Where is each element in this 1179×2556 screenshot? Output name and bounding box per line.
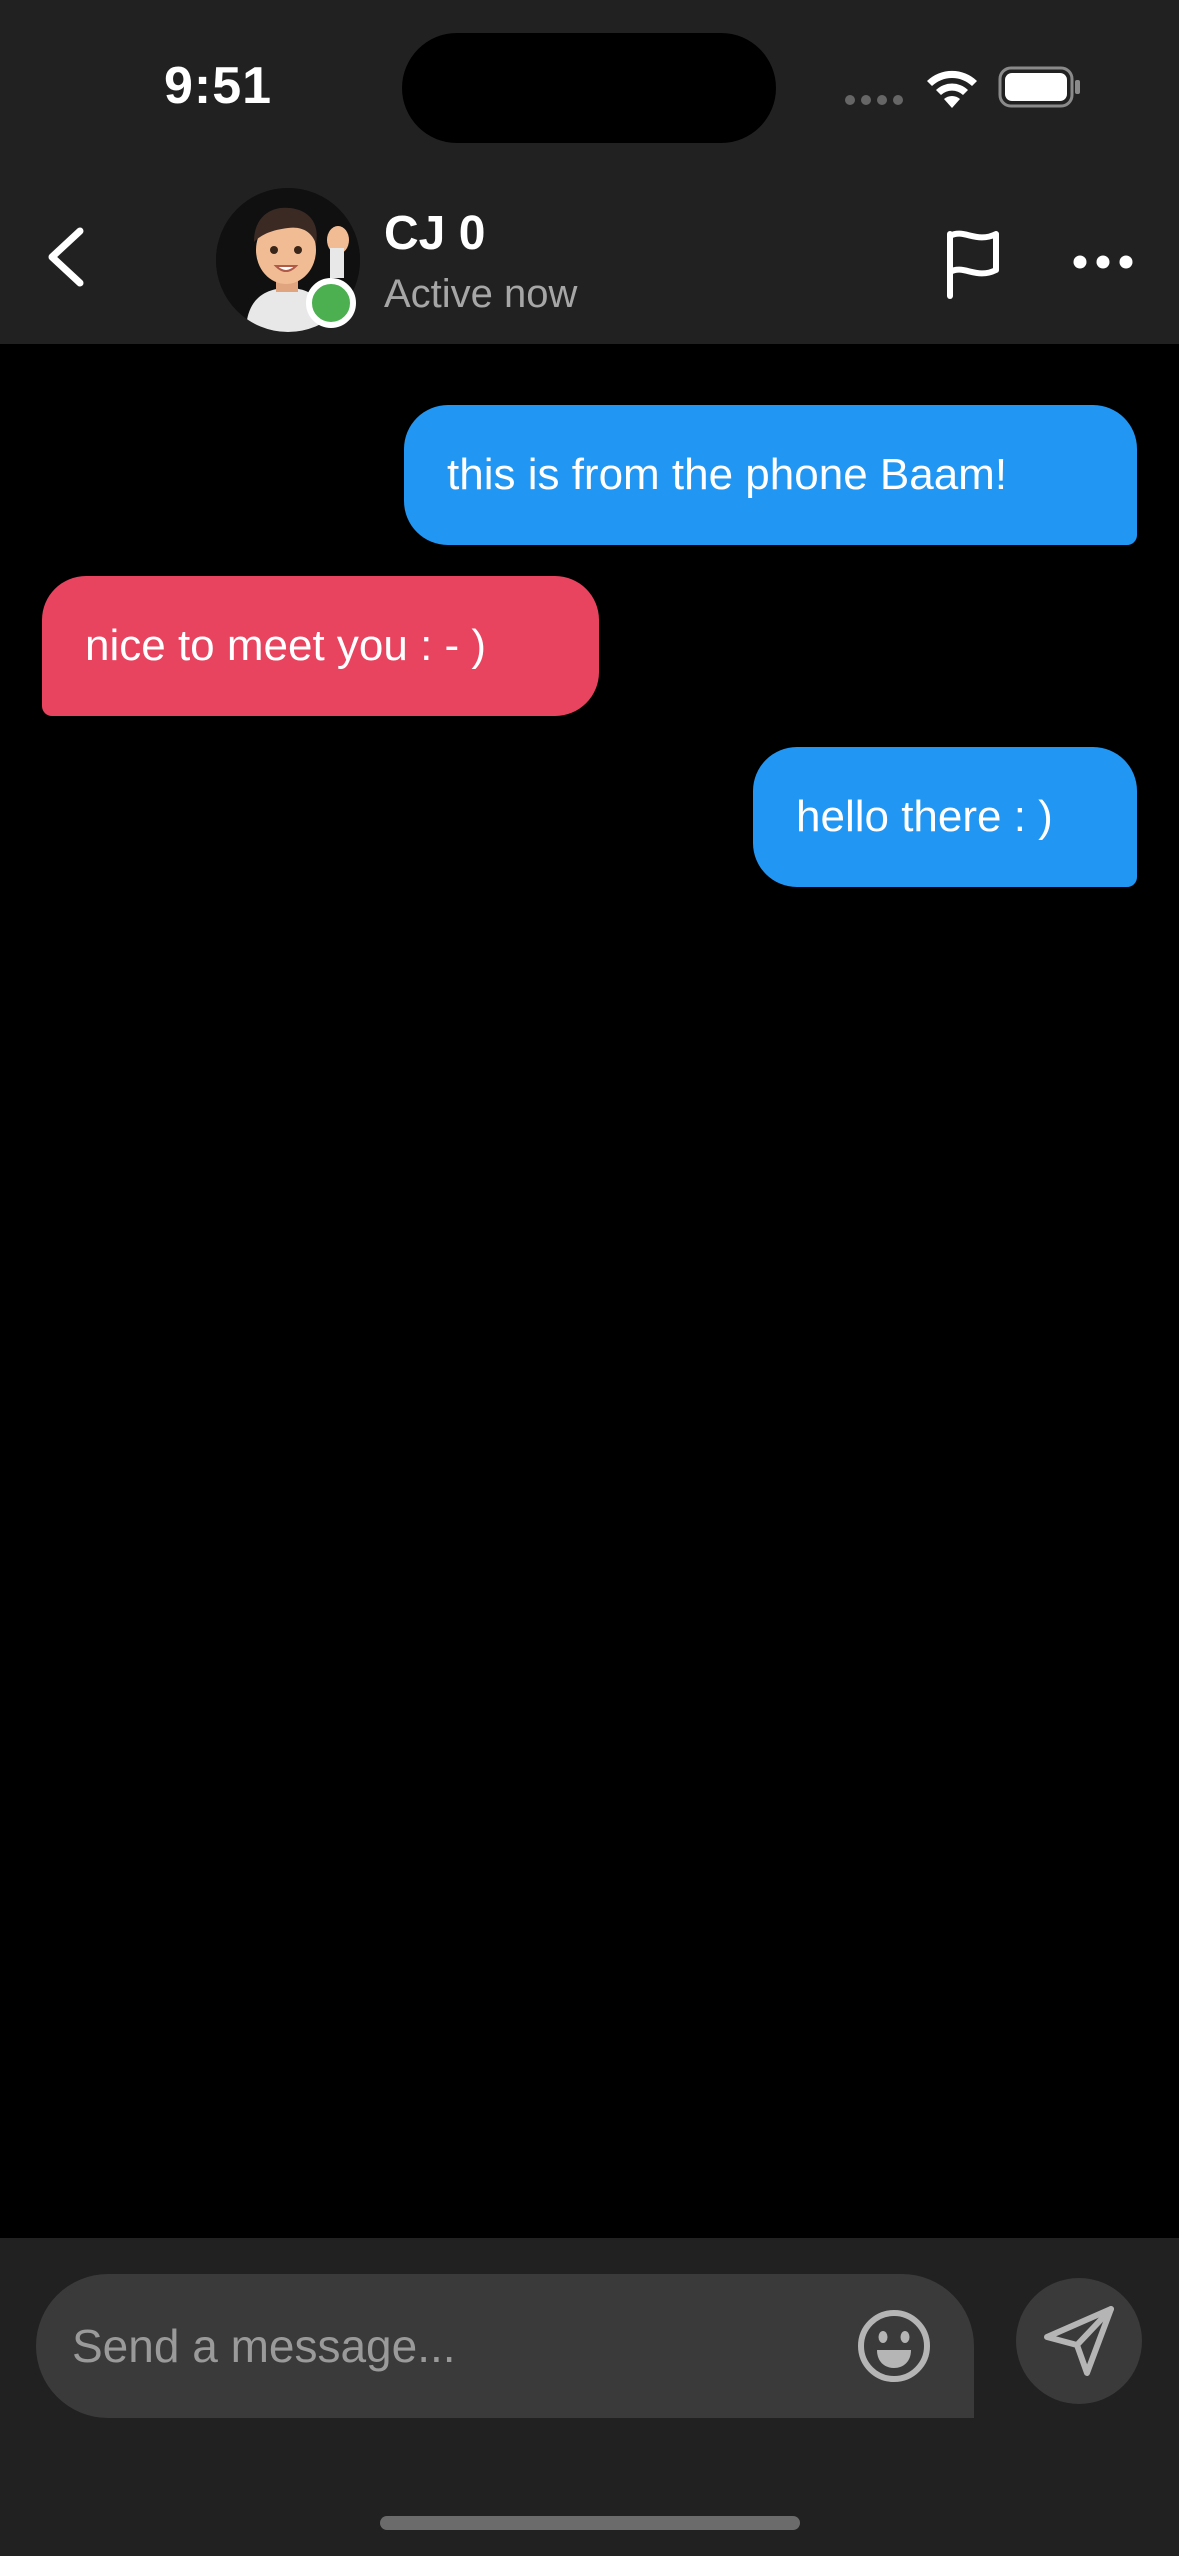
status-time: 9:51 xyxy=(164,57,273,115)
cellular-signal-icon xyxy=(845,95,903,105)
message-bubble-incoming[interactable]: nice to meet you : - ) xyxy=(42,576,599,716)
dynamic-island xyxy=(402,33,776,143)
chevron-left-icon xyxy=(48,227,84,287)
ellipsis-icon xyxy=(1073,255,1133,269)
message-composer xyxy=(0,2238,1179,2556)
message-bubble-outgoing[interactable]: hello there : ) xyxy=(753,747,1137,887)
back-button[interactable] xyxy=(36,222,96,292)
online-status-indicator xyxy=(306,278,356,328)
message-bubble-outgoing[interactable]: this is from the phone Baam! xyxy=(404,405,1137,545)
wifi-icon xyxy=(927,70,977,108)
message-input-container xyxy=(36,2274,974,2418)
flag-icon xyxy=(947,230,999,299)
battery-icon xyxy=(998,66,1080,108)
smiley-icon xyxy=(858,2310,930,2382)
emoji-button[interactable] xyxy=(856,2308,932,2384)
more-options-button[interactable] xyxy=(1068,234,1138,290)
chat-header: CJ 0 Active now xyxy=(0,176,1179,344)
contact-status: Active now xyxy=(384,272,578,316)
paper-plane-icon xyxy=(1044,2306,1114,2376)
message-input[interactable] xyxy=(72,2274,852,2418)
status-bar: 9:51 xyxy=(0,0,1179,176)
message-list[interactable]: this is from the phone Baam! nice to mee… xyxy=(0,344,1179,2238)
contact-name[interactable]: CJ 0 xyxy=(384,206,485,261)
home-indicator[interactable] xyxy=(380,2516,800,2530)
send-button[interactable] xyxy=(1016,2278,1142,2404)
report-button[interactable] xyxy=(940,226,1010,300)
